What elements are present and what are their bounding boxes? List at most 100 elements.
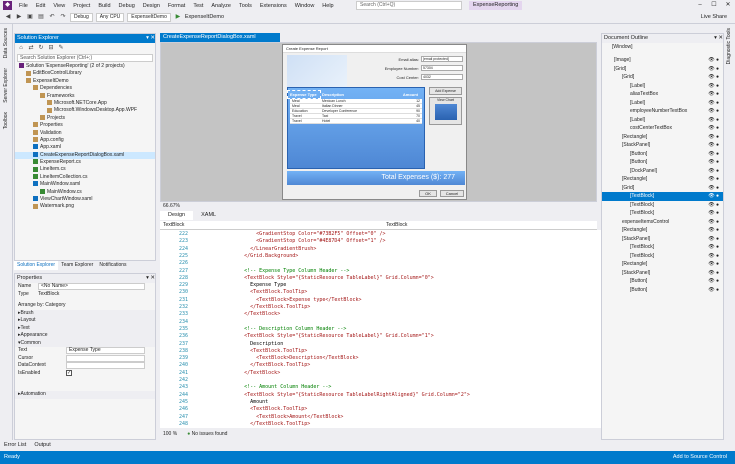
solution-tree-item[interactable]: App.config <box>15 137 155 144</box>
email-field[interactable]: [email protected] <box>421 56 463 62</box>
solution-tree-item[interactable]: MainWindow.xaml <box>15 181 155 188</box>
visibility-icon[interactable]: 👁 ● <box>708 243 719 252</box>
menu-tools[interactable]: Tools <box>235 3 256 9</box>
outline-item[interactable]: [Rectangle] 👁 ● <box>602 175 723 184</box>
search-box[interactable]: Search (Ctrl+Q) <box>356 1 462 10</box>
outline-item[interactable]: [Button] 👁 ● <box>602 158 723 167</box>
undo-icon[interactable]: ↶ <box>48 13 56 21</box>
automation-category[interactable]: ▸ Automation <box>15 391 155 399</box>
solution-tree-item[interactable]: App.xaml <box>15 144 155 151</box>
maximize-icon[interactable]: ☐ <box>707 0 721 11</box>
outline-item[interactable]: [Button] 👁 ● <box>602 150 723 159</box>
tab-team-explorer[interactable]: Team Explorer <box>58 261 96 270</box>
new-item-icon[interactable]: ▣ <box>26 13 34 21</box>
code-zoom[interactable]: 100 % <box>163 430 177 439</box>
menu-project[interactable]: Project <box>69 3 94 9</box>
document-tab[interactable]: CreateExpenseReportDialogBox.xaml <box>160 33 280 42</box>
visibility-icon[interactable]: 👁 ● <box>708 124 719 133</box>
tab-error-list[interactable]: Error List <box>0 440 30 451</box>
solution-tree-item[interactable]: EditBoxControlLibrary <box>15 70 155 77</box>
redo-icon[interactable]: ↷ <box>59 13 67 21</box>
cancel-button[interactable]: Cancel <box>440 190 464 197</box>
outline-item[interactable]: [TextBlock] 👁 ● <box>602 201 723 210</box>
category-appearance[interactable]: ▸ Appearance <box>15 332 155 340</box>
visibility-icon[interactable]: 👁 ● <box>708 286 719 295</box>
outline-item[interactable]: aliasTextBox 👁 ● <box>602 90 723 99</box>
visibility-icon[interactable]: 👁 ● <box>708 141 719 150</box>
outline-item[interactable]: [StackPanel] 👁 ● <box>602 141 723 150</box>
outline-item[interactable]: [TextBlock] 👁 ● <box>602 252 723 261</box>
solution-tree-item[interactable]: Properties <box>15 122 155 129</box>
run-icon[interactable]: ▶ <box>174 13 182 21</box>
menu-edit[interactable]: Edit <box>32 3 49 9</box>
expense-type-header[interactable]: Expense Type <box>287 90 321 99</box>
menu-extensions[interactable]: Extensions <box>256 3 291 9</box>
menu-help[interactable]: Help <box>318 3 337 9</box>
menu-debug[interactable]: Debug <box>115 3 139 9</box>
outline-item[interactable]: [Rectangle] 👁 ● <box>602 133 723 142</box>
run-button[interactable]: ExpenseItDemo <box>185 14 224 20</box>
visibility-icon[interactable]: 👁 ● <box>708 201 719 210</box>
menu-analyze[interactable]: Analyze <box>207 3 235 9</box>
menu-file[interactable]: File <box>15 3 32 9</box>
text-input[interactable]: Expense Type <box>66 347 145 354</box>
outline-item[interactable]: [Label] 👁 ● <box>602 82 723 91</box>
menu-view[interactable]: View <box>49 3 69 9</box>
outline-item[interactable]: [TextBlock] 👁 ● <box>602 243 723 252</box>
home-icon[interactable]: ⌂ <box>17 44 25 52</box>
view-chart-button[interactable]: View Chart <box>429 97 462 125</box>
outline-item[interactable]: [StackPanel] 👁 ● <box>602 269 723 278</box>
add-expense-button[interactable]: Add Expense <box>429 87 462 95</box>
server-explorer-tab[interactable]: Server Explorer <box>3 68 9 103</box>
outline-item[interactable]: [DockPanel] 👁 ● <box>602 167 723 176</box>
ok-button[interactable]: OK <box>419 190 437 197</box>
outline-item[interactable]: [Label] 👁 ● <box>602 99 723 108</box>
solution-tree-item[interactable]: MainWindow.cs <box>15 189 155 196</box>
outline-item[interactable]: [StackPanel] 👁 ● <box>602 235 723 244</box>
outline-item[interactable]: [Button] 👁 ● <box>602 286 723 295</box>
outline-item[interactable]: [Image] 👁 ● <box>602 56 723 65</box>
zoom-dropdown[interactable]: 66.67% <box>163 203 180 209</box>
visibility-icon[interactable]: 👁 ● <box>708 226 719 235</box>
platform-dropdown[interactable]: Any CPU <box>95 12 125 22</box>
visibility-icon[interactable]: 👁 ● <box>708 116 719 125</box>
solution-search-input[interactable]: Search Solution Explorer (Ctrl+;) <box>17 54 153 62</box>
outline-item[interactable]: employeeNumberTextBox 👁 ● <box>602 107 723 116</box>
diagnostic-tools-tab[interactable]: Diagnostic Tools <box>726 28 732 64</box>
back-icon[interactable]: ◀ <box>4 13 12 21</box>
solution-tree-item[interactable]: Microsoft.NETCore.App <box>15 100 155 107</box>
startup-project-dropdown[interactable]: ExpenseItDemo <box>127 12 171 22</box>
name-input[interactable]: <No Name> <box>38 283 145 290</box>
collapse-icon[interactable]: ⊟ <box>47 44 55 52</box>
employee-field[interactable]: 57304 <box>421 65 463 71</box>
wrench-icon[interactable]: ✎ <box>57 44 65 52</box>
outline-item[interactable]: expenseItemsControl 👁 ● <box>602 218 723 227</box>
visibility-icon[interactable]: 👁 ● <box>708 192 719 201</box>
outline-item[interactable]: [Grid] 👁 ● <box>602 73 723 82</box>
minimize-icon[interactable]: – <box>693 0 707 11</box>
solution-tree-item[interactable]: Microsoft.WindowsDesktop.App.WPF <box>15 107 155 114</box>
solution-tree-item[interactable]: ViewChartWindow.xaml <box>15 196 155 203</box>
visibility-icon[interactable]: 👁 ● <box>708 252 719 261</box>
tab-notifications[interactable]: Notifications <box>96 261 129 270</box>
tab-solution-explorer[interactable]: Solution Explorer <box>14 261 59 270</box>
isenabled-checkbox[interactable]: ✓ <box>66 369 72 376</box>
category-common[interactable]: ▾ Common <box>15 339 155 347</box>
outline-item[interactable]: [Label] 👁 ● <box>602 116 723 125</box>
visibility-icon[interactable]: 👁 ● <box>708 260 719 269</box>
save-icon[interactable]: ▤ <box>37 13 45 21</box>
cost-center-field[interactable]: 4032 <box>421 74 463 80</box>
solution-tree-item[interactable]: CreateExpenseReportDialogBox.xaml <box>15 151 155 160</box>
data-sources-tab[interactable]: Data Sources <box>3 28 9 58</box>
cursor-input[interactable] <box>66 354 145 362</box>
visibility-icon[interactable]: 👁 ● <box>708 269 719 278</box>
tab-xaml[interactable]: XAML <box>193 211 224 220</box>
outline-item[interactable]: [Button] 👁 ● <box>602 277 723 286</box>
sync-icon[interactable]: ⇄ <box>27 44 35 52</box>
visibility-icon[interactable]: 👁 ● <box>708 65 719 74</box>
datacontext-input[interactable] <box>66 362 145 369</box>
solution-tree-item[interactable]: Watermark.png <box>15 203 155 210</box>
outline-root[interactable]: [Window] <box>602 43 723 52</box>
visibility-icon[interactable]: 👁 ● <box>708 150 719 159</box>
solution-tree-item[interactable]: Frameworks <box>15 93 155 100</box>
